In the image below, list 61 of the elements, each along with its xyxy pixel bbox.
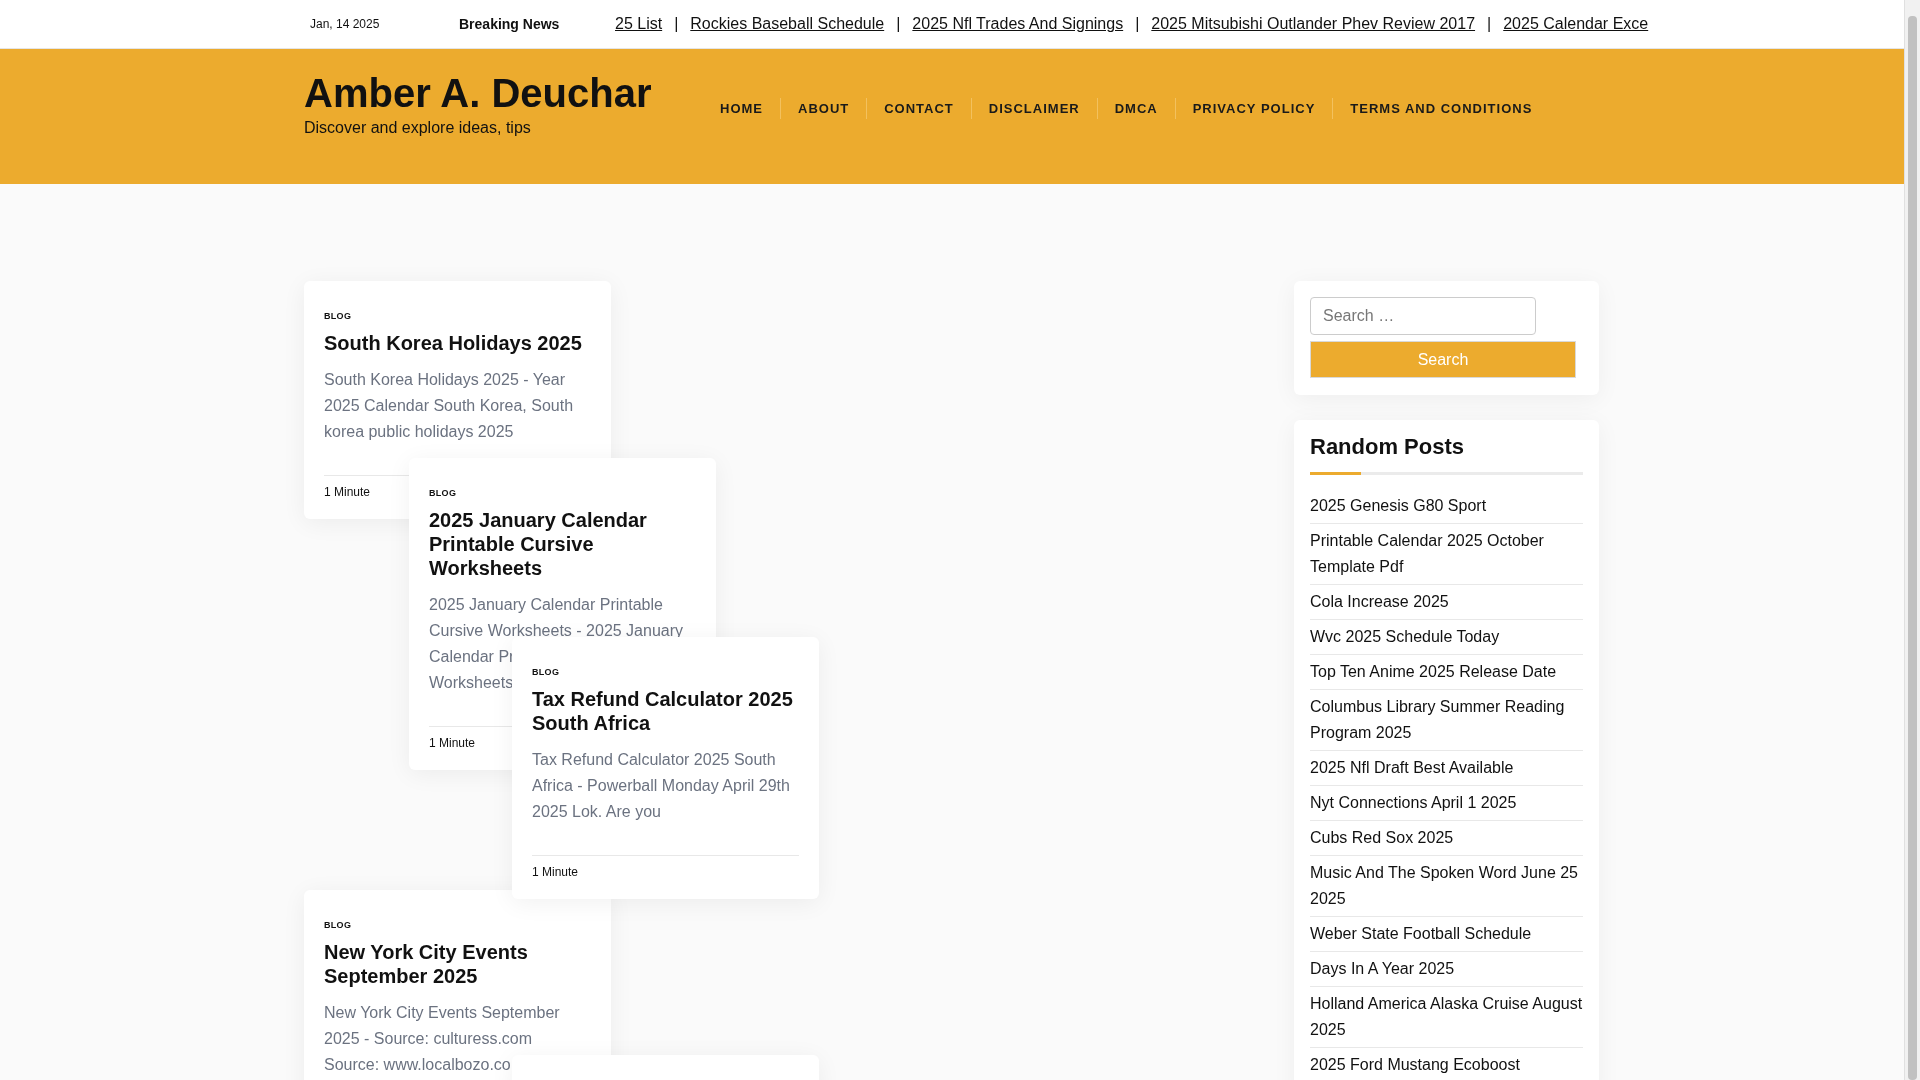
post-category[interactable]: BLOG (324, 311, 352, 321)
heading-underline (1310, 472, 1361, 475)
random-post-link[interactable]: 2025 Nfl Draft Best Available (1310, 755, 1583, 781)
read-time: 1 Minute (324, 485, 371, 499)
ticker-separator: | (1487, 15, 1492, 33)
post-excerpt-line: Tax Refund Calculator 2025 South (532, 750, 776, 770)
post-title[interactable]: 2025 January Calendar Printable Cursive Worksheets (429, 508, 696, 580)
post-excerpt-line: korea public holidays 2025 (324, 422, 514, 442)
nav-link[interactable]: HOME (703, 98, 781, 119)
post-excerpt-line: 2025 Calendar South Korea, South (324, 396, 574, 416)
random-post-link[interactable]: Cola Increase 2025 (1310, 589, 1583, 615)
ticker-link[interactable]: Rockies Baseball Schedule (690, 15, 885, 33)
random-post-link[interactable]: Top Ten Anime 2025 Release Date (1310, 659, 1583, 685)
ticker-separator: | (1135, 15, 1140, 33)
post-excerpt-line: Worksheets (429, 673, 514, 693)
nav-link[interactable]: PRIVACY POLICY (1175, 98, 1334, 119)
random-post-link[interactable]: Wvc 2025 Schedule Today (1310, 624, 1583, 650)
random-post-link[interactable]: Holland America Alaska Cruise August 2025 (1310, 991, 1583, 1043)
breaking-news-label: Breaking News (459, 16, 561, 32)
date-text: Jan, 14 2025 (310, 17, 381, 31)
post-category[interactable]: BLOG (532, 667, 560, 677)
nav-link[interactable]: DMCA (1097, 98, 1176, 119)
ticker-separator: | (674, 15, 679, 33)
read-time: 1 Minute (429, 736, 476, 750)
nav-link[interactable]: DISCLAIMER (971, 98, 1098, 119)
random-post-link[interactable]: Cubs Red Sox 2025 (1310, 825, 1583, 851)
random-post-link[interactable]: Printable Calendar 2025 October Template Pdf (1310, 528, 1583, 580)
ticker-link[interactable]: 2025 Mitsubishi Outlander Phev Review 2017 (1151, 15, 1476, 33)
nav-link[interactable]: TERMS AND CONDITIONS (1333, 98, 1550, 119)
post-excerpt-line: 2025 Lok. Are you (532, 802, 661, 822)
ticker-link[interactable]: 25 List (615, 15, 663, 33)
post-excerpt-line: South Korea Holidays 2025 - Year (324, 370, 566, 390)
post-category[interactable]: BLOG (429, 488, 457, 498)
post-excerpt-line: 2025 - Source: culturess.com (324, 1029, 533, 1049)
nav-link[interactable]: ABOUT (781, 98, 868, 119)
scrollbar[interactable] (1904, 0, 1920, 1080)
post-excerpt-line: Cursive Worksheets - 2025 January (429, 621, 684, 641)
widget-heading: Random Posts (1310, 434, 1466, 460)
post-excerpt-line: Africa - Powerball Monday April 29th (532, 776, 790, 796)
random-post-link[interactable]: Days In A Year 2025 (1310, 956, 1583, 982)
search-field[interactable]: Search … (1310, 297, 1536, 335)
post-title[interactable]: New York City Events September 2025 (324, 940, 591, 988)
random-post-link[interactable]: Columbus Library Summer Reading Program 2025 (1310, 694, 1583, 746)
post-excerpt-line: Source: www.localbozo.co (324, 1055, 511, 1075)
post-title[interactable]: South Korea Holidays 2025 (324, 331, 591, 355)
post-excerpt-line: 2025 January Calendar Printable (429, 595, 663, 615)
ticker-link[interactable]: 2025 Calendar Exce (1503, 15, 1649, 33)
random-post-link[interactable]: Weber State Football Schedule (1310, 921, 1583, 947)
read-time: 1 Minute (532, 865, 579, 879)
random-post-link[interactable]: 2025 Genesis G80 Sport (1310, 493, 1583, 519)
post-category[interactable]: BLOG (324, 920, 352, 930)
random-post-link[interactable]: 2025 Ford Mustang Ecoboost (1310, 1052, 1583, 1078)
random-post-link[interactable]: Nyt Connections April 1 2025 (1310, 790, 1583, 816)
post-title[interactable]: Tax Refund Calculator 2025 South Africa (532, 687, 799, 735)
post-excerpt-line: New York City Events September (324, 1003, 560, 1023)
site-tagline: Discover and explore ideas, tips (304, 119, 532, 137)
site-title[interactable]: Amber A. Deuchar (304, 71, 704, 115)
random-post-link[interactable]: Music And The Spoken Word June 25 2025 (1310, 860, 1583, 912)
nav-link[interactable]: CONTACT (867, 98, 972, 119)
ticker-link[interactable]: 2025 Nfl Trades And Signings (912, 15, 1124, 33)
ticker-separator: | (896, 15, 901, 33)
